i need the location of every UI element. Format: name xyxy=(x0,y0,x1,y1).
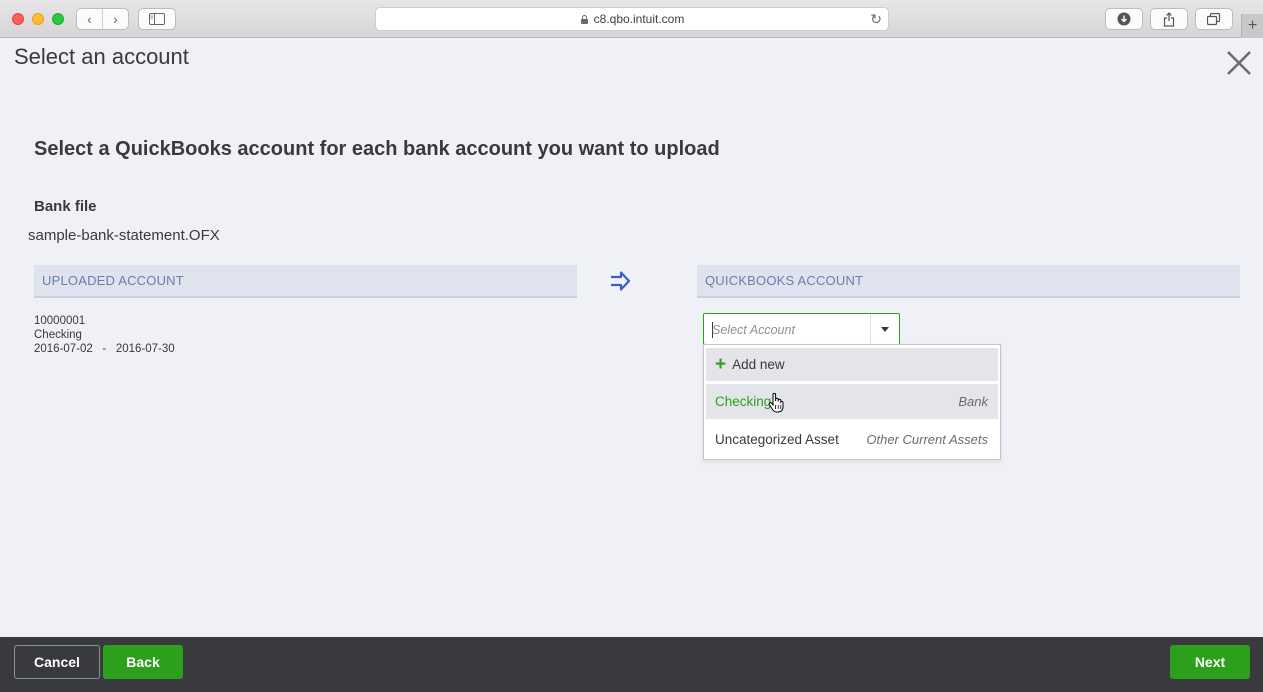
back-nav-icon[interactable]: ‹ xyxy=(77,9,103,29)
account-select[interactable]: Select Account xyxy=(703,313,900,345)
menu-item-label: Add new xyxy=(732,357,785,372)
forward-nav-icon[interactable]: › xyxy=(103,9,128,29)
next-button[interactable]: Next xyxy=(1170,645,1250,679)
menu-item-checking[interactable]: Checking Bank xyxy=(706,384,998,419)
bank-file-name: sample-bank-statement.OFX xyxy=(28,227,220,244)
account-type: Checking xyxy=(34,329,82,341)
close-icon[interactable] xyxy=(1226,50,1252,76)
menu-item-type: Other Current Assets xyxy=(866,431,988,447)
menu-item-type: Bank xyxy=(958,394,988,409)
tabs-overview-button[interactable] xyxy=(1195,8,1233,30)
address-bar[interactable]: c8.qbo.intuit.com ↻ xyxy=(375,7,889,31)
quickbooks-account-header: QUICKBOOKS ACCOUNT xyxy=(697,265,1240,298)
tabs-icon xyxy=(1207,12,1221,25)
new-tab-button[interactable]: + xyxy=(1241,14,1263,38)
back-button[interactable]: Back xyxy=(103,645,183,679)
menu-item-label: Checking xyxy=(715,394,772,409)
uploaded-account-details: 10000001 Checking 2016-07-02 - 2016-07-3… xyxy=(34,314,175,356)
hand-pointer-icon xyxy=(768,393,784,413)
instructions-heading: Select a QuickBooks account for each ban… xyxy=(34,138,720,160)
browser-toolbar: ‹ › c8.qbo.intuit.com ↻ + xyxy=(0,0,1263,38)
share-icon xyxy=(1163,11,1175,27)
account-date-range: 2016-07-02 - 2016-07-30 xyxy=(34,343,175,355)
reload-icon[interactable]: ↻ xyxy=(870,11,882,28)
dialog-footer xyxy=(0,637,1263,692)
download-icon xyxy=(1117,12,1131,26)
uploaded-account-header: UPLOADED ACCOUNT xyxy=(34,265,577,298)
zoom-window-button[interactable] xyxy=(52,13,64,25)
cancel-button[interactable]: Cancel xyxy=(14,645,100,679)
menu-item-label: Uncategorized Asset xyxy=(715,431,839,447)
lock-icon xyxy=(580,14,588,24)
sidebar-icon xyxy=(149,13,165,25)
chevron-down-icon xyxy=(881,326,889,332)
page-title: Select an account xyxy=(14,44,189,69)
close-window-button[interactable] xyxy=(12,13,24,25)
bank-file-label: Bank file xyxy=(34,198,97,215)
plus-icon: + xyxy=(715,354,727,375)
sidebar-toggle-button[interactable] xyxy=(138,8,176,30)
menu-item-uncategorized-asset[interactable]: Uncategorized Asset Other Current Assets xyxy=(706,422,998,456)
account-select-placeholder: Select Account xyxy=(712,323,795,337)
arrow-right-icon xyxy=(611,271,631,291)
share-button[interactable] xyxy=(1150,8,1188,30)
menu-item-add-new[interactable]: + Add new xyxy=(706,348,998,381)
url-text: c8.qbo.intuit.com xyxy=(593,12,685,26)
account-number: 10000001 xyxy=(34,315,86,327)
downloads-button[interactable] xyxy=(1105,8,1143,30)
account-dropdown-menu: + Add new Checking Bank Uncategorized As… xyxy=(703,344,1001,460)
history-nav: ‹ › xyxy=(76,8,129,30)
dropdown-toggle[interactable] xyxy=(870,314,899,344)
minimize-window-button[interactable] xyxy=(32,13,44,25)
